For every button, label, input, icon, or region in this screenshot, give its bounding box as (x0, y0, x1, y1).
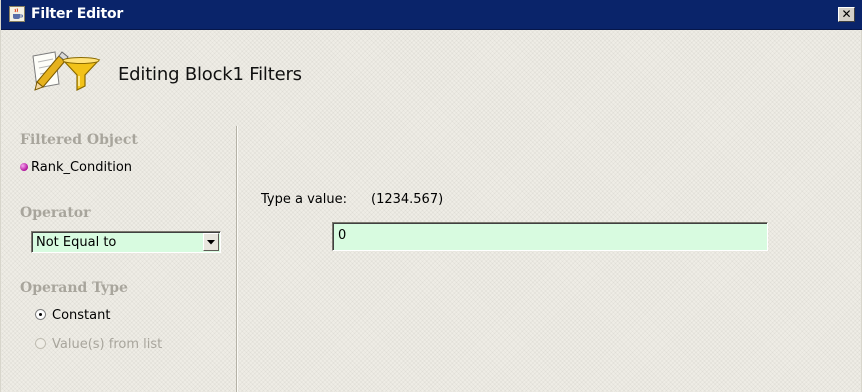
panel-divider (236, 126, 238, 392)
value-input-text: 0 (338, 228, 347, 243)
java-cup-icon (9, 6, 25, 22)
page-title: Editing Block1 Filters (118, 64, 302, 85)
close-icon: ✕ (841, 7, 852, 21)
filtered-object-value: Rank_Condition (31, 160, 133, 175)
filtered-object-label: Filtered Object (20, 132, 138, 148)
radio-button-checked[interactable] (35, 309, 46, 320)
type-value-example: (1234.567) (371, 192, 444, 207)
type-value-label: Type a value: (261, 192, 347, 207)
operator-label: Operator (20, 205, 91, 221)
value-input[interactable]: 0 (332, 222, 768, 251)
object-dot-icon (20, 163, 28, 171)
operand-list-radio: Value(s) from list (35, 337, 162, 355)
operand-list-label: Value(s) from list (52, 337, 163, 352)
operator-select[interactable]: Not Equal to (31, 231, 221, 253)
title-bar[interactable]: Filter Editor ✕ (1, 0, 862, 30)
operator-dropdown-button[interactable] (203, 233, 219, 251)
operand-type-label: Operand Type (20, 280, 128, 296)
operator-select-value: Not Equal to (36, 235, 117, 250)
operand-constant-label: Constant (52, 308, 111, 323)
chevron-down-icon (207, 240, 215, 245)
window-title: Filter Editor (31, 6, 124, 22)
operand-constant-radio[interactable]: Constant (35, 308, 110, 326)
filtered-object-item[interactable]: Rank_Condition (20, 160, 132, 178)
filter-editor-window: Filter Editor ✕ Editing Block1 Filters F… (0, 0, 862, 392)
radio-button-disabled (35, 338, 46, 349)
close-button[interactable]: ✕ (838, 7, 855, 22)
pencil-funnel-icon (29, 48, 101, 95)
